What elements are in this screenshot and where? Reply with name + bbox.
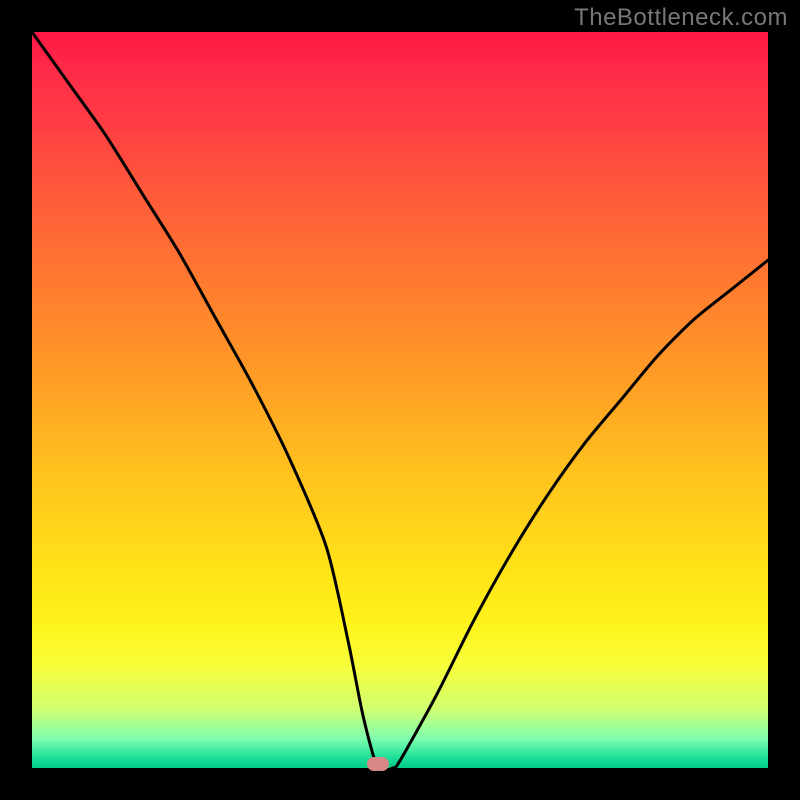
bottleneck-curve: [32, 32, 768, 768]
minimum-marker: [367, 757, 389, 771]
plot-area: [32, 32, 768, 768]
watermark-text: TheBottleneck.com: [574, 4, 788, 32]
chart-frame: TheBottleneck.com: [0, 0, 800, 800]
